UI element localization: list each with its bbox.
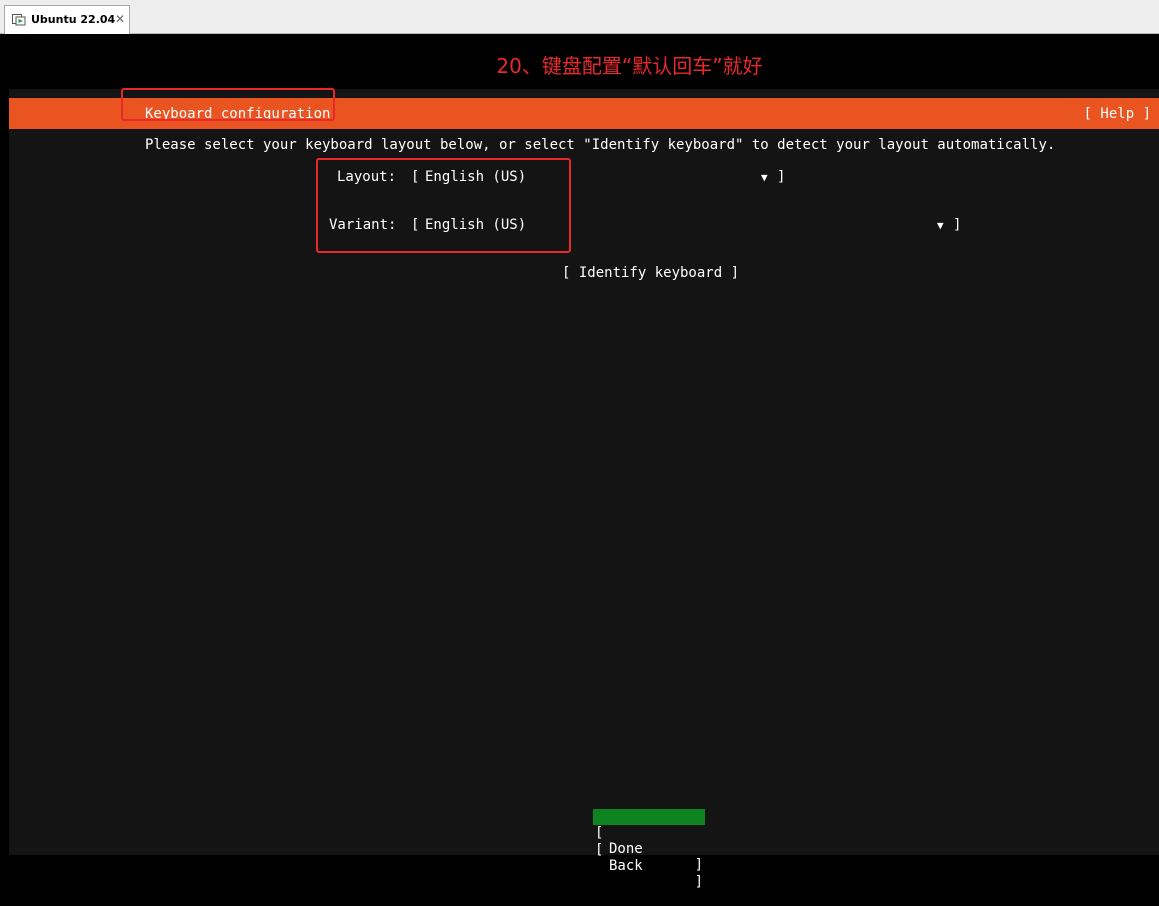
back-label: Back xyxy=(609,858,643,874)
layout-bracket-close: ] xyxy=(777,169,786,185)
back-bracket-open: [ xyxy=(595,842,604,858)
instruction-text: Please select your keyboard layout below… xyxy=(145,137,1056,153)
variant-label: Variant: xyxy=(329,217,397,233)
identify-keyboard-button[interactable]: [ Identify keyboard ] xyxy=(562,265,739,281)
done-button[interactable]: [ Done ] xyxy=(593,809,705,873)
layout-bracket-open: [ xyxy=(411,169,420,185)
layout-select[interactable]: [ English (US) ▼ ] xyxy=(411,169,786,187)
header-bar: Keyboard configuration [ Help ] xyxy=(9,98,1159,129)
page-title: Keyboard configuration xyxy=(145,106,331,122)
variant-value: English (US) xyxy=(425,217,527,233)
annotation-caption: 20、键盘配置“默认回车”就好 xyxy=(496,54,763,78)
vm-icon xyxy=(12,14,26,26)
back-bracket-close: ] xyxy=(694,874,703,890)
vm-tab-title: Ubuntu 22.04 xyxy=(31,13,116,26)
installer-screen: Keyboard configuration [ Help ] Please s… xyxy=(9,89,1159,890)
back-button[interactable]: [ Back ] xyxy=(593,826,705,890)
variant-bracket-close: ] xyxy=(953,217,962,233)
help-button[interactable]: [ Help ] xyxy=(1084,106,1151,122)
chevron-down-icon: ▼ xyxy=(937,219,944,232)
done-bracket-close: ] xyxy=(694,857,703,873)
close-icon[interactable]: ✕ xyxy=(115,12,125,26)
variant-select[interactable]: [ English (US) ▼ ] xyxy=(411,217,962,235)
variant-bracket-open: [ xyxy=(411,217,420,233)
layout-value: English (US) xyxy=(425,169,527,185)
vm-tab-bar: Ubuntu 22.04 ✕ xyxy=(0,0,1159,34)
layout-label: Layout: xyxy=(337,169,397,185)
chevron-down-icon: ▼ xyxy=(761,171,768,184)
vm-tab-ubuntu[interactable]: Ubuntu 22.04 ✕ xyxy=(4,5,130,34)
